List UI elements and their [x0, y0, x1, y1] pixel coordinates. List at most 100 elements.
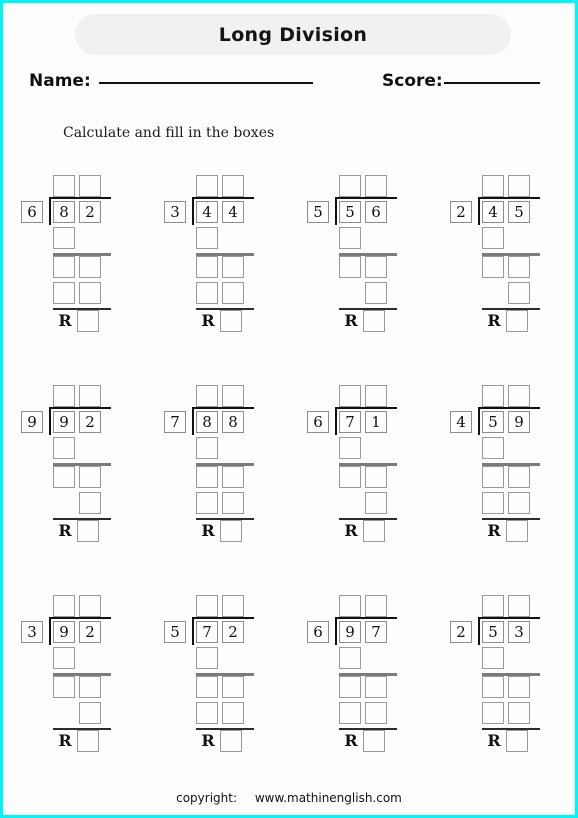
- bring-down-box[interactable]: [365, 676, 387, 698]
- quotient-box[interactable]: [482, 175, 504, 197]
- remainder-box[interactable]: [363, 310, 385, 332]
- subtraction-box[interactable]: [482, 227, 504, 249]
- subtraction-box[interactable]: [365, 702, 387, 724]
- subtraction-box[interactable]: [196, 647, 218, 669]
- subtraction-box[interactable]: [79, 282, 101, 304]
- quotient-box[interactable]: [508, 595, 530, 617]
- bring-down-row: [17, 466, 137, 492]
- quotient-box[interactable]: [482, 595, 504, 617]
- subtraction-box[interactable]: [222, 702, 244, 724]
- bring-down-box[interactable]: [508, 676, 530, 698]
- bring-down-row: [17, 256, 137, 282]
- subtraction-box[interactable]: [365, 492, 387, 514]
- quotient-box[interactable]: [339, 385, 361, 407]
- subtraction-box[interactable]: [339, 437, 361, 459]
- subtraction-box[interactable]: [222, 282, 244, 304]
- bring-down-box[interactable]: [196, 466, 218, 488]
- subtraction-box[interactable]: [53, 282, 75, 304]
- subtraction-box[interactable]: [196, 492, 218, 514]
- quotient-box[interactable]: [79, 595, 101, 617]
- remainder-box[interactable]: [77, 310, 99, 332]
- bring-down-box[interactable]: [482, 256, 504, 278]
- bring-down-box[interactable]: [482, 466, 504, 488]
- bring-down-box[interactable]: [508, 466, 530, 488]
- subtraction-box[interactable]: [79, 702, 101, 724]
- remainder-row: R: [17, 520, 137, 546]
- dividend-digit-box: 2: [222, 621, 244, 643]
- quotient-box[interactable]: [196, 175, 218, 197]
- quotient-box[interactable]: [53, 175, 75, 197]
- remainder-box[interactable]: [363, 520, 385, 542]
- subtraction-box[interactable]: [482, 437, 504, 459]
- subtraction-box[interactable]: [508, 282, 530, 304]
- remainder-box[interactable]: [77, 520, 99, 542]
- quotient-box[interactable]: [79, 175, 101, 197]
- bring-down-box[interactable]: [482, 676, 504, 698]
- bring-down-box[interactable]: [79, 256, 101, 278]
- subtraction-box[interactable]: [196, 437, 218, 459]
- quotient-box[interactable]: [79, 385, 101, 407]
- bring-down-box[interactable]: [365, 256, 387, 278]
- bring-down-box[interactable]: [339, 256, 361, 278]
- subtraction-box[interactable]: [222, 492, 244, 514]
- quotient-box[interactable]: [53, 595, 75, 617]
- remainder-box[interactable]: [220, 310, 242, 332]
- bring-down-box[interactable]: [53, 466, 75, 488]
- bring-down-box[interactable]: [339, 676, 361, 698]
- quotient-box[interactable]: [222, 595, 244, 617]
- dividend-digits: 88: [196, 411, 244, 433]
- subtraction-box[interactable]: [365, 282, 387, 304]
- quotient-box[interactable]: [196, 385, 218, 407]
- subtraction-box[interactable]: [482, 702, 504, 724]
- bring-down-box[interactable]: [196, 676, 218, 698]
- subtraction-box[interactable]: [508, 702, 530, 724]
- remainder-box[interactable]: [363, 730, 385, 752]
- quotient-box[interactable]: [365, 385, 387, 407]
- bring-down-box[interactable]: [365, 466, 387, 488]
- division-problem: 245R: [446, 175, 566, 336]
- subtraction-box[interactable]: [196, 282, 218, 304]
- quotient-box[interactable]: [222, 175, 244, 197]
- bring-down-box[interactable]: [196, 256, 218, 278]
- quotient-box[interactable]: [365, 175, 387, 197]
- bring-down-box[interactable]: [79, 466, 101, 488]
- subtraction-box[interactable]: [508, 492, 530, 514]
- subtraction-box[interactable]: [196, 227, 218, 249]
- quotient-box[interactable]: [222, 385, 244, 407]
- subtraction-box[interactable]: [53, 437, 75, 459]
- score-input-line[interactable]: [443, 81, 540, 84]
- subtraction-box[interactable]: [482, 492, 504, 514]
- quotient-box[interactable]: [508, 385, 530, 407]
- subtraction-box[interactable]: [79, 492, 101, 514]
- quotient-box[interactable]: [365, 595, 387, 617]
- remainder-box[interactable]: [220, 730, 242, 752]
- subtraction-box[interactable]: [339, 647, 361, 669]
- subtraction-box[interactable]: [339, 702, 361, 724]
- remainder-box[interactable]: [220, 520, 242, 542]
- name-field-group: Name:: [29, 71, 313, 91]
- bring-down-box[interactable]: [53, 256, 75, 278]
- remainder-box[interactable]: [506, 730, 528, 752]
- bring-down-box[interactable]: [222, 676, 244, 698]
- remainder-box[interactable]: [506, 310, 528, 332]
- bring-down-box[interactable]: [53, 676, 75, 698]
- subtraction-box[interactable]: [482, 647, 504, 669]
- subtraction-box[interactable]: [53, 227, 75, 249]
- subtraction-box[interactable]: [339, 227, 361, 249]
- quotient-box[interactable]: [508, 175, 530, 197]
- bring-down-box[interactable]: [339, 466, 361, 488]
- remainder-box[interactable]: [506, 520, 528, 542]
- subtraction-box[interactable]: [53, 647, 75, 669]
- bring-down-box[interactable]: [79, 676, 101, 698]
- bring-down-box[interactable]: [222, 466, 244, 488]
- quotient-box[interactable]: [53, 385, 75, 407]
- quotient-box[interactable]: [339, 595, 361, 617]
- quotient-box[interactable]: [339, 175, 361, 197]
- name-input-line[interactable]: [98, 81, 313, 84]
- bring-down-box[interactable]: [508, 256, 530, 278]
- remainder-box[interactable]: [77, 730, 99, 752]
- quotient-box[interactable]: [196, 595, 218, 617]
- quotient-box[interactable]: [482, 385, 504, 407]
- subtraction-box[interactable]: [196, 702, 218, 724]
- bring-down-box[interactable]: [222, 256, 244, 278]
